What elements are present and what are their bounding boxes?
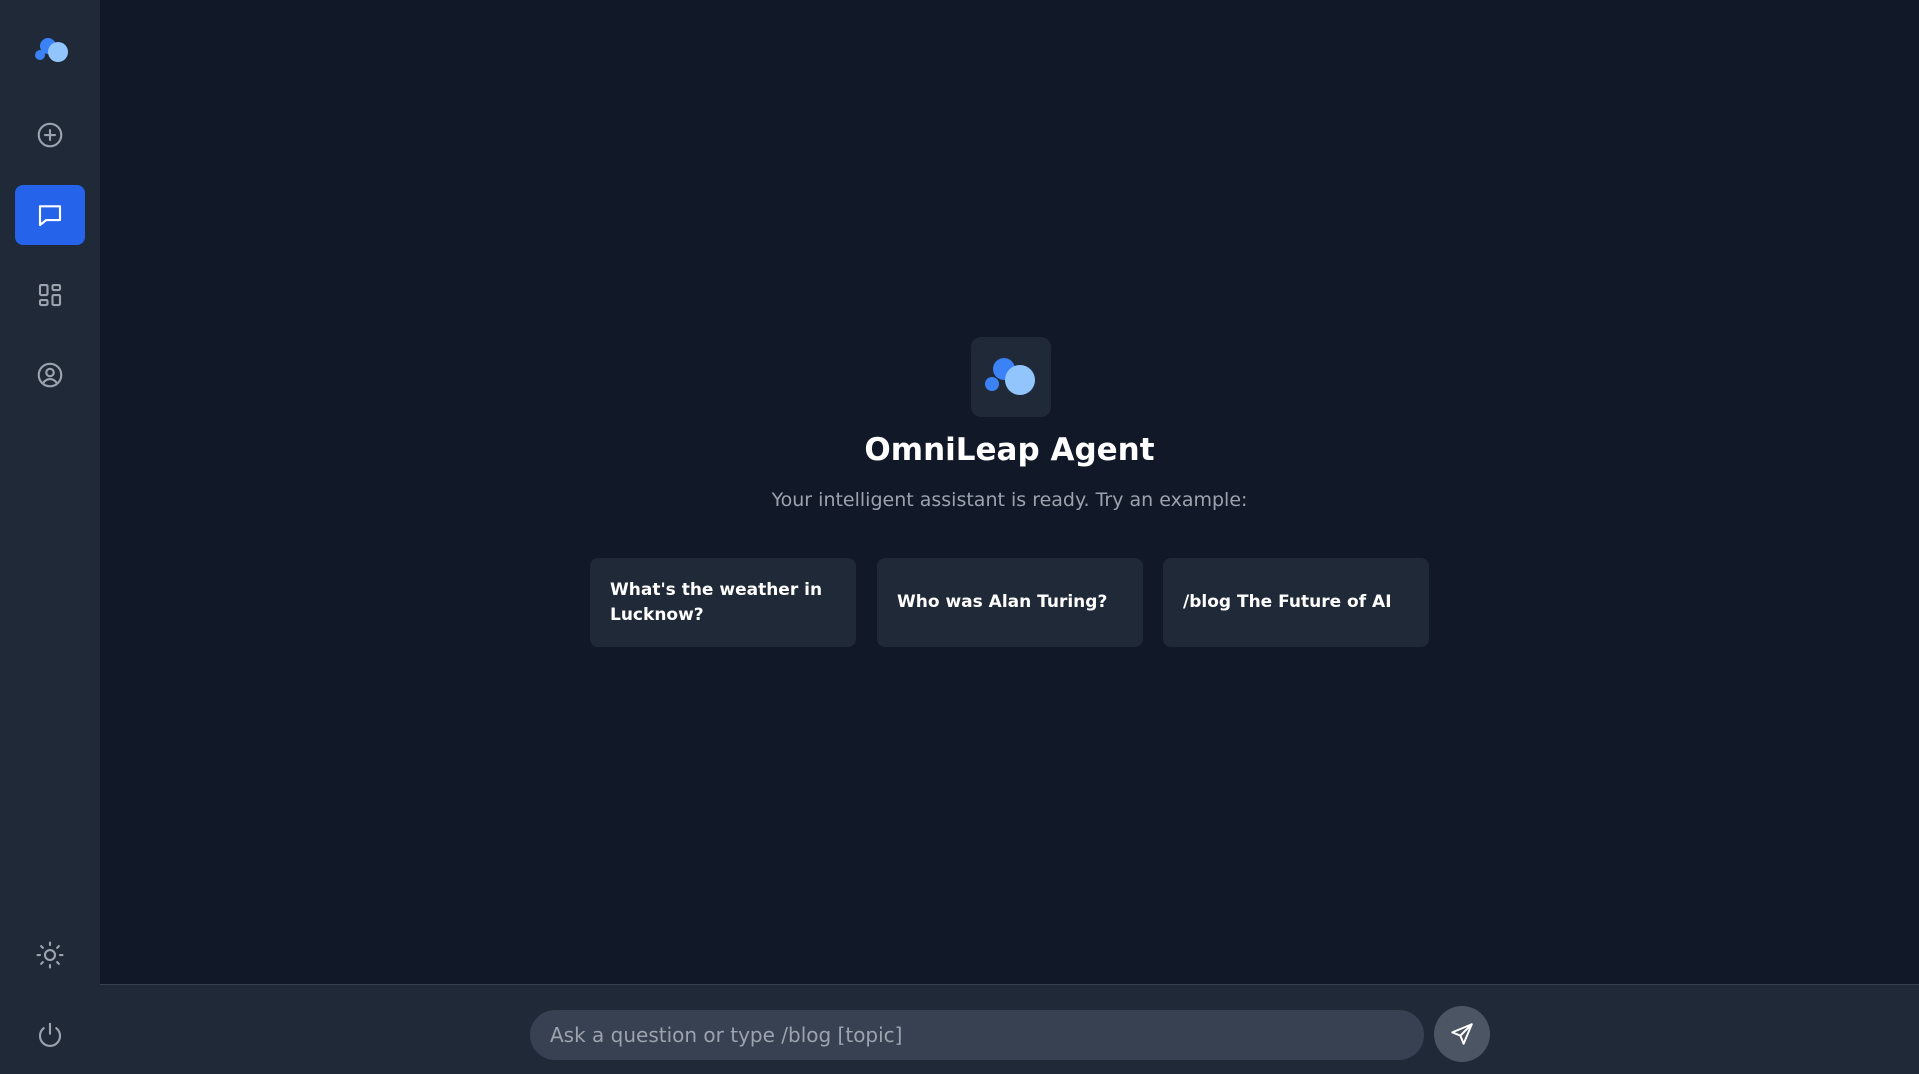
sidebar-item-chat[interactable] [15, 185, 85, 245]
plus-circle-icon [37, 122, 63, 148]
example-prompt-blog[interactable]: /blog The Future of AI [1163, 558, 1429, 647]
sun-icon [36, 941, 64, 969]
user-circle-icon [37, 362, 63, 388]
theme-toggle-button[interactable] [15, 925, 85, 985]
logout-button[interactable] [15, 1005, 85, 1065]
page-title: OmniLeap Agent [864, 432, 1155, 468]
sidebar-item-profile[interactable] [15, 345, 85, 405]
chat-input[interactable] [530, 1010, 1424, 1060]
hero-logo [971, 337, 1051, 417]
app-root: OmniLeap Agent Your intelligent assistan… [0, 0, 1919, 1074]
main-content: OmniLeap Agent Your intelligent assistan… [100, 0, 1919, 984]
chat-bubble-icon [38, 205, 62, 227]
app-logo-icon [35, 38, 68, 62]
sidebar [0, 0, 100, 1074]
example-prompt-alan-turing[interactable]: Who was Alan Turing? [877, 558, 1143, 647]
app-logo-icon [985, 358, 1035, 395]
send-button[interactable] [1434, 1006, 1490, 1062]
page-subtitle: Your intelligent assistant is ready. Try… [771, 489, 1248, 511]
chat-input-bar [100, 984, 1919, 1074]
send-icon [1451, 1023, 1473, 1045]
power-icon [39, 1022, 61, 1047]
sidebar-item-new-chat[interactable] [15, 105, 85, 165]
sidebar-item-dashboard[interactable] [15, 265, 85, 325]
grid-icon [38, 283, 62, 307]
welcome-panel: OmniLeap Agent Your intelligent assistan… [100, 0, 1919, 984]
example-prompt-weather[interactable]: What's the weather in Lucknow? [590, 558, 856, 647]
